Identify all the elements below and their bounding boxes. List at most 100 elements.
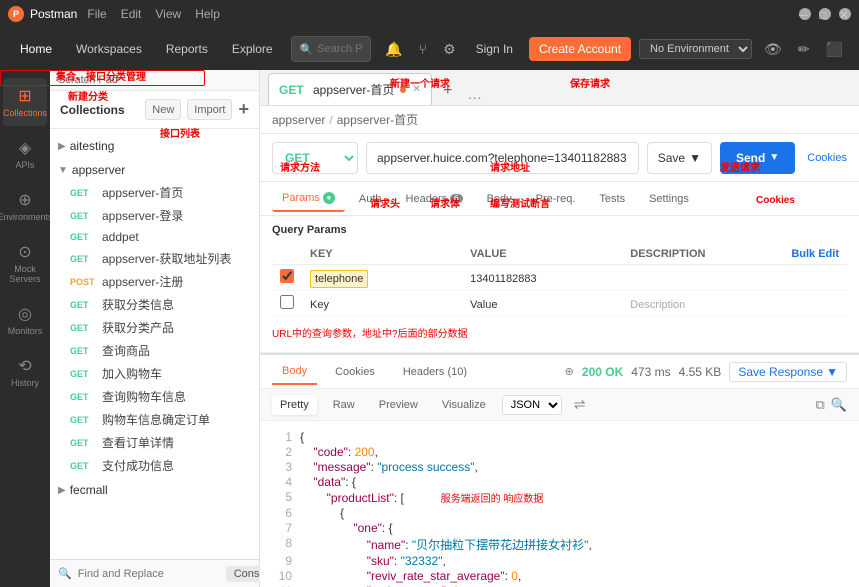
param-key-input[interactable] <box>310 299 454 311</box>
list-item[interactable]: POSTappserver-注册 <box>62 270 259 293</box>
send-button[interactable]: Send ▼ <box>720 142 795 174</box>
sidebar-item-collections[interactable]: ⊞ Collections <box>3 78 47 126</box>
fmt-tab-raw[interactable]: Raw <box>325 395 363 415</box>
add-tab-button[interactable]: + <box>434 77 462 105</box>
collection-group-header-appserver[interactable]: ▼ appserver <box>50 159 259 181</box>
gear-icon[interactable]: ⚙ <box>439 37 460 62</box>
create-account-button[interactable]: Create Account <box>529 37 631 61</box>
list-item[interactable]: GET 查询购物车信息 <box>62 385 259 408</box>
list-item[interactable]: GET获取分类信息 <box>62 293 259 316</box>
maximize-button[interactable]: □ <box>819 8 831 20</box>
sidebar-item-environments[interactable]: ⊕ Environments <box>3 182 47 230</box>
list-item[interactable]: GETappserver-登录 <box>62 204 259 227</box>
list-item[interactable]: GET查看订单详情 <box>62 431 259 454</box>
url-input[interactable] <box>366 142 639 174</box>
key-col-header: KEY <box>302 244 462 265</box>
more-icon[interactable]: ⬛ <box>822 37 847 62</box>
list-item[interactable]: GETappserver-首页 <box>62 181 259 204</box>
save-response-dropdown: ▼ <box>826 365 838 379</box>
sidebar-item-apis[interactable]: ◈ APIs <box>3 130 47 178</box>
tab-auth[interactable]: Auth <box>349 187 392 211</box>
nav-workspaces[interactable]: Workspaces <box>68 37 150 61</box>
copy-response-icon[interactable]: ⧉ <box>816 397 825 413</box>
edit-icon[interactable]: ✏ <box>794 37 814 62</box>
close-button[interactable]: ✕ <box>839 8 851 20</box>
resp-tab-cookies[interactable]: Cookies <box>325 360 385 384</box>
bell-icon[interactable]: 🔔 <box>381 37 406 62</box>
menu-help[interactable]: Help <box>191 5 224 23</box>
menu-edit[interactable]: Edit <box>117 5 146 23</box>
search-box[interactable]: 🔍 <box>291 36 372 62</box>
code-line: 4 "data": { <box>272 475 847 489</box>
param-extra-cell <box>782 265 847 291</box>
sidebar-item-history[interactable]: ⟲ History <box>3 348 47 396</box>
param-desc-input[interactable] <box>630 299 774 311</box>
tab-body[interactable]: Body <box>477 187 522 211</box>
method-select[interactable]: GET POST PUT DELETE <box>272 142 358 174</box>
fmt-tab-preview[interactable]: Preview <box>371 395 426 415</box>
resp-tab-body[interactable]: Body <box>272 359 317 385</box>
collection-group-header-aitesting[interactable]: ▶ aitesting <box>50 135 259 157</box>
param-checkbox-2[interactable] <box>280 295 294 309</box>
more-tabs-button[interactable]: ··· <box>464 89 486 105</box>
method-badge: GET <box>70 461 98 471</box>
find-replace-input[interactable] <box>78 568 220 580</box>
tab-settings[interactable]: Settings <box>639 187 699 211</box>
format-select[interactable]: JSON XML HTML Text <box>502 395 562 415</box>
menu-view[interactable]: View <box>151 5 185 23</box>
item-name: 查询购物车信息 <box>102 388 186 405</box>
cookies-button[interactable]: Cookies <box>807 152 847 164</box>
env-settings-icon[interactable]: 👁 <box>760 37 786 62</box>
tab-tests[interactable]: Tests <box>589 187 635 211</box>
menu-file[interactable]: File <box>83 5 110 23</box>
wrap-icon[interactable]: ⇌ <box>574 396 586 413</box>
nav-reports[interactable]: Reports <box>158 37 216 61</box>
list-item[interactable]: GET获取分类产品 <box>62 316 259 339</box>
tab-headers[interactable]: Headers 6 <box>396 187 473 211</box>
method-badge: GET <box>70 392 98 402</box>
tab-close-button[interactable]: ✕ <box>412 84 420 95</box>
nav-items: Home Workspaces Reports Explore <box>12 37 281 61</box>
table-row: telephone 13401182883 <box>272 265 847 291</box>
environment-select[interactable]: No Environment <box>639 39 752 59</box>
save-response-button[interactable]: Save Response ▼ <box>729 362 847 382</box>
import-button[interactable]: Import <box>187 99 232 120</box>
bulk-edit-button[interactable]: Bulk Edit <box>791 248 839 260</box>
sidebar-item-mock-servers[interactable]: ⊙ Mock Servers <box>3 234 47 292</box>
code-line: 8 "name": "贝尔抽粒下摆带花边拼接女衬衫", <box>272 536 847 553</box>
git-icon[interactable]: ⑂ <box>415 37 431 61</box>
status-code: 200 OK <box>582 365 623 379</box>
save-button[interactable]: Save ▼ <box>647 142 712 174</box>
save-dropdown-icon: ▼ <box>689 151 701 165</box>
find-icon: 🔍 <box>58 567 72 580</box>
search-response-icon[interactable]: 🔍 <box>831 397 847 413</box>
collection-group-header-fecmall[interactable]: ▶ fecmall <box>50 479 259 501</box>
nav-home[interactable]: Home <box>12 37 60 61</box>
tab-prereq[interactable]: Pre-req. <box>526 187 586 211</box>
search-input[interactable] <box>317 43 362 55</box>
minimize-button[interactable]: ─ <box>799 8 811 20</box>
tab-appserver-home[interactable]: GET appserver-首页 ✕ <box>268 73 432 105</box>
sign-in-button[interactable]: Sign In <box>468 38 521 60</box>
sidebar-item-monitors[interactable]: ◎ Monitors <box>3 296 47 344</box>
new-collection-button[interactable]: New <box>145 99 181 120</box>
list-item[interactable]: GET购物车信息确定订单 <box>62 408 259 431</box>
list-item[interactable]: GETappserver-获取地址列表 <box>62 247 259 270</box>
tab-params[interactable]: Params ● <box>272 186 345 212</box>
postman-logo: P <box>8 6 24 22</box>
list-item[interactable]: GET支付成功信息 <box>62 454 259 477</box>
resp-tab-headers[interactable]: Headers (10) <box>393 360 477 384</box>
param-value-input[interactable] <box>470 299 614 311</box>
param-checkbox[interactable] <box>280 269 294 283</box>
request-area: GET appserver-首页 ✕ + ··· appserver / app… <box>260 70 859 587</box>
fmt-tab-pretty[interactable]: Pretty <box>272 395 317 415</box>
breadcrumb-part-1[interactable]: appserver <box>272 113 325 127</box>
add-collection-icon[interactable]: + <box>238 99 249 120</box>
method-badge: GET <box>70 232 98 242</box>
list-item[interactable]: GET查询商品 <box>62 339 259 362</box>
list-item[interactable]: GET加入购物车 <box>62 362 259 385</box>
fmt-tab-visualize[interactable]: Visualize <box>434 395 494 415</box>
nav-explore[interactable]: Explore <box>224 37 281 61</box>
list-item[interactable]: GETaddpet <box>62 227 259 247</box>
breadcrumb-part-2[interactable]: appserver-首页 <box>337 111 418 128</box>
